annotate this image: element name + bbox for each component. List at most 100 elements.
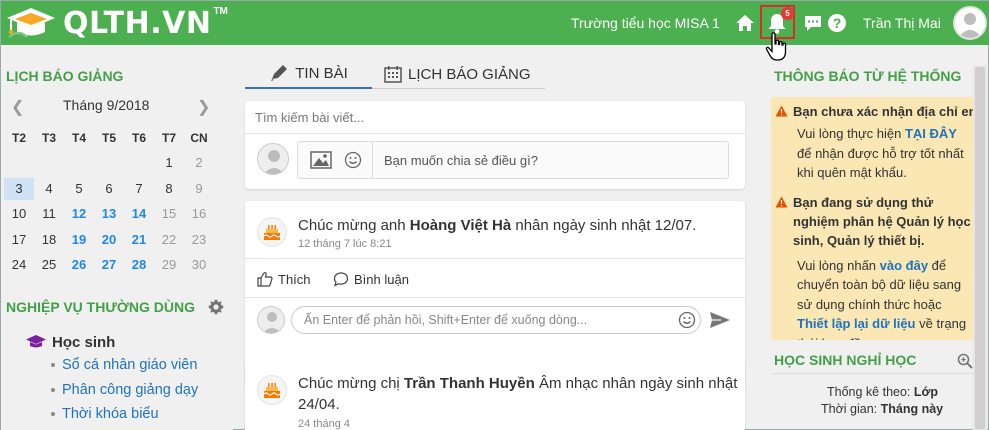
stat-time-label: Thời gian: xyxy=(821,402,881,416)
calendar-empty-cell xyxy=(64,152,94,174)
notice-trial-text-a: Vui lòng nhấn xyxy=(797,257,880,273)
post-person-name[interactable]: Hoàng Việt Hà xyxy=(410,217,511,234)
stat-by-label: Thống kê theo: xyxy=(827,385,914,399)
stat-time-value[interactable]: Tháng này xyxy=(881,402,944,416)
calendar-day[interactable]: 29 xyxy=(154,254,184,276)
calendar-title: LỊCH BÁO GIẢNG xyxy=(6,68,124,84)
calendar-day[interactable]: 18 xyxy=(34,229,64,251)
logo-text: QLTH.VN xyxy=(63,5,212,41)
calendar-day[interactable]: 26 xyxy=(64,254,94,276)
thumbs-up-icon xyxy=(257,272,273,287)
user-name[interactable]: Trần Thị Mai xyxy=(863,15,941,31)
calendar-day[interactable]: 30 xyxy=(184,254,214,276)
calendar-day[interactable]: 23 xyxy=(184,229,214,251)
notice-title: THÔNG BÁO TỪ HỆ THỐNG xyxy=(774,68,962,84)
calendar-day[interactable]: 10 xyxy=(4,203,34,225)
emoji-icon[interactable] xyxy=(344,151,362,169)
calendar-week-row: 12 xyxy=(4,151,214,177)
calendar-day[interactable]: 14 xyxy=(124,203,154,225)
calendar-day[interactable]: 27 xyxy=(94,254,124,276)
notice-trial-heading: Bạn đang sử dụng thử nghiệm phân hệ Quản… xyxy=(775,193,975,250)
feed-tabs: TIN BÀI LỊCH BÁO GIẢNG xyxy=(245,57,545,89)
calendar-day[interactable]: 4 xyxy=(34,178,64,200)
stat-by-value[interactable]: Lớp xyxy=(914,385,938,399)
calendar-day[interactable]: 13 xyxy=(94,203,124,225)
reply-input[interactable]: Ấn Enter để phản hồi, Shift+Enter để xuố… xyxy=(291,306,701,334)
prev-month-icon[interactable]: ❮ xyxy=(11,97,24,117)
calendar-day[interactable]: 9 xyxy=(184,178,214,200)
logo-trademark: TM xyxy=(213,5,228,17)
calendar-day[interactable]: 1 xyxy=(154,152,184,174)
divider xyxy=(245,133,745,134)
calendar-week-row: 3456789 xyxy=(4,176,214,202)
calendar-day[interactable]: 5 xyxy=(64,178,94,200)
chat-icon[interactable] xyxy=(801,11,825,35)
reply-placeholder: Ấn Enter để phản hồi, Shift+Enter để xuố… xyxy=(304,313,588,327)
calendar-weekday: T2 xyxy=(11,130,26,145)
warning-icon xyxy=(775,196,788,207)
calendar-week-row: 24 25 26 27 28 29 30 xyxy=(4,253,214,279)
scrollbar-thumb[interactable] xyxy=(975,67,985,429)
comment-button[interactable]: Bình luận xyxy=(333,271,409,287)
calendar-day[interactable]: 15 xyxy=(154,203,184,225)
gear-icon[interactable] xyxy=(208,299,224,318)
image-icon[interactable] xyxy=(310,151,332,169)
post-text: Chúc mừng chị Trần Thanh Huyền Âm nhạc n… xyxy=(298,373,738,415)
logo[interactable]: QLTH.VN TM xyxy=(5,5,228,41)
calendar-day[interactable]: 2 xyxy=(184,152,214,174)
calendar-day[interactable]: 17 xyxy=(4,229,34,251)
calendar-day[interactable]: 3 xyxy=(4,177,34,200)
tab-news[interactable]: TIN BÀI xyxy=(245,59,372,89)
tab-lesson-schedule[interactable]: LỊCH BÁO GIẢNG xyxy=(384,59,531,89)
tab-lesson-schedule-label: LỊCH BÁO GIẢNG xyxy=(408,65,531,83)
calendar-nav: ❮ Tháng 9/2018 ❯ xyxy=(1,97,233,117)
calendar-day[interactable]: 21 xyxy=(124,229,154,251)
menu-item-timetable[interactable]: Thời khóa biểu xyxy=(51,402,198,427)
notice-email-heading: Bạn chưa xác nhận địa chỉ email xyxy=(775,102,976,121)
calendar-day[interactable]: 19 xyxy=(64,229,94,251)
home-icon[interactable] xyxy=(733,11,757,35)
calendar-day[interactable]: 22 xyxy=(154,229,184,251)
post-text-suffix: nhân ngày sinh nhật 12/07. xyxy=(511,217,697,234)
emoji-icon[interactable] xyxy=(678,311,696,329)
calendar-day[interactable]: 20 xyxy=(94,229,124,251)
compose-input[interactable]: Bạn muốn chia sẻ điều gì? xyxy=(384,153,538,168)
notice-email-heading-text: Bạn chưa xác nhận địa chỉ email xyxy=(793,104,976,119)
notice-email-link[interactable]: TẠI ĐÂY xyxy=(905,126,957,141)
student-menu-group: Học sinh Sổ cá nhân giáo viên Phân công … xyxy=(25,331,198,427)
notice-email-text-b: để nhận được hỗ trợ tốt nhất khi quên mậ… xyxy=(797,145,964,181)
menu-item-teacher-book[interactable]: Sổ cá nhân giáo viên xyxy=(51,353,198,378)
user-avatar[interactable] xyxy=(953,6,987,40)
notice-trial-link-here[interactable]: vào đây xyxy=(880,258,928,273)
zoom-icon[interactable] xyxy=(957,353,973,369)
next-month-icon[interactable]: ❯ xyxy=(197,97,210,117)
post-timestamp: 12 tháng 7 lúc 8:21 xyxy=(298,238,392,250)
like-button[interactable]: Thích xyxy=(257,271,311,287)
help-icon[interactable]: ? xyxy=(825,11,849,35)
calendar-day[interactable]: 24 xyxy=(4,254,34,276)
calendar-day[interactable]: 11 xyxy=(34,203,64,225)
post-person-name[interactable]: Trần Thanh Huyền xyxy=(404,375,535,392)
post-text: Chúc mừng anh Hoàng Việt Hà nhân ngày si… xyxy=(298,215,728,236)
system-notice-box: Bạn chưa xác nhận địa chỉ email Vui lòng… xyxy=(771,97,976,340)
compose-box[interactable]: Bạn muốn chia sẻ điều gì? xyxy=(297,141,729,179)
search-posts-input[interactable]: Tìm kiếm bài viết... xyxy=(255,110,364,125)
calendar-empty-cell xyxy=(4,152,34,174)
menu-group-student[interactable]: Học sinh xyxy=(25,331,198,353)
calendar-day[interactable]: 8 xyxy=(154,178,184,200)
right-scrollbar[interactable] xyxy=(973,65,987,430)
calendar-day[interactable]: 25 xyxy=(34,254,64,276)
calendar-weekday: CN xyxy=(190,130,208,145)
calendar-day[interactable]: 12 xyxy=(64,203,94,225)
post-card: Chúc mừng chị Trần Thanh Huyền Âm nhạc n… xyxy=(245,359,745,430)
notice-reset-data-link[interactable]: Thiết lập lại dữ liệu xyxy=(797,316,916,331)
calendar-day[interactable]: 7 xyxy=(124,178,154,200)
calendar-day[interactable]: 16 xyxy=(184,203,214,225)
menu-item-teaching-assignment[interactable]: Phân công giảng dạy xyxy=(51,378,198,403)
send-icon[interactable] xyxy=(709,311,731,329)
calendar-empty-cell xyxy=(34,152,64,174)
calendar-day[interactable]: 6 xyxy=(94,178,124,200)
calendar-day[interactable]: 28 xyxy=(124,254,154,276)
school-name[interactable]: Trường tiểu học MISA 1 xyxy=(571,15,720,31)
calendar-empty-cell xyxy=(94,152,124,174)
